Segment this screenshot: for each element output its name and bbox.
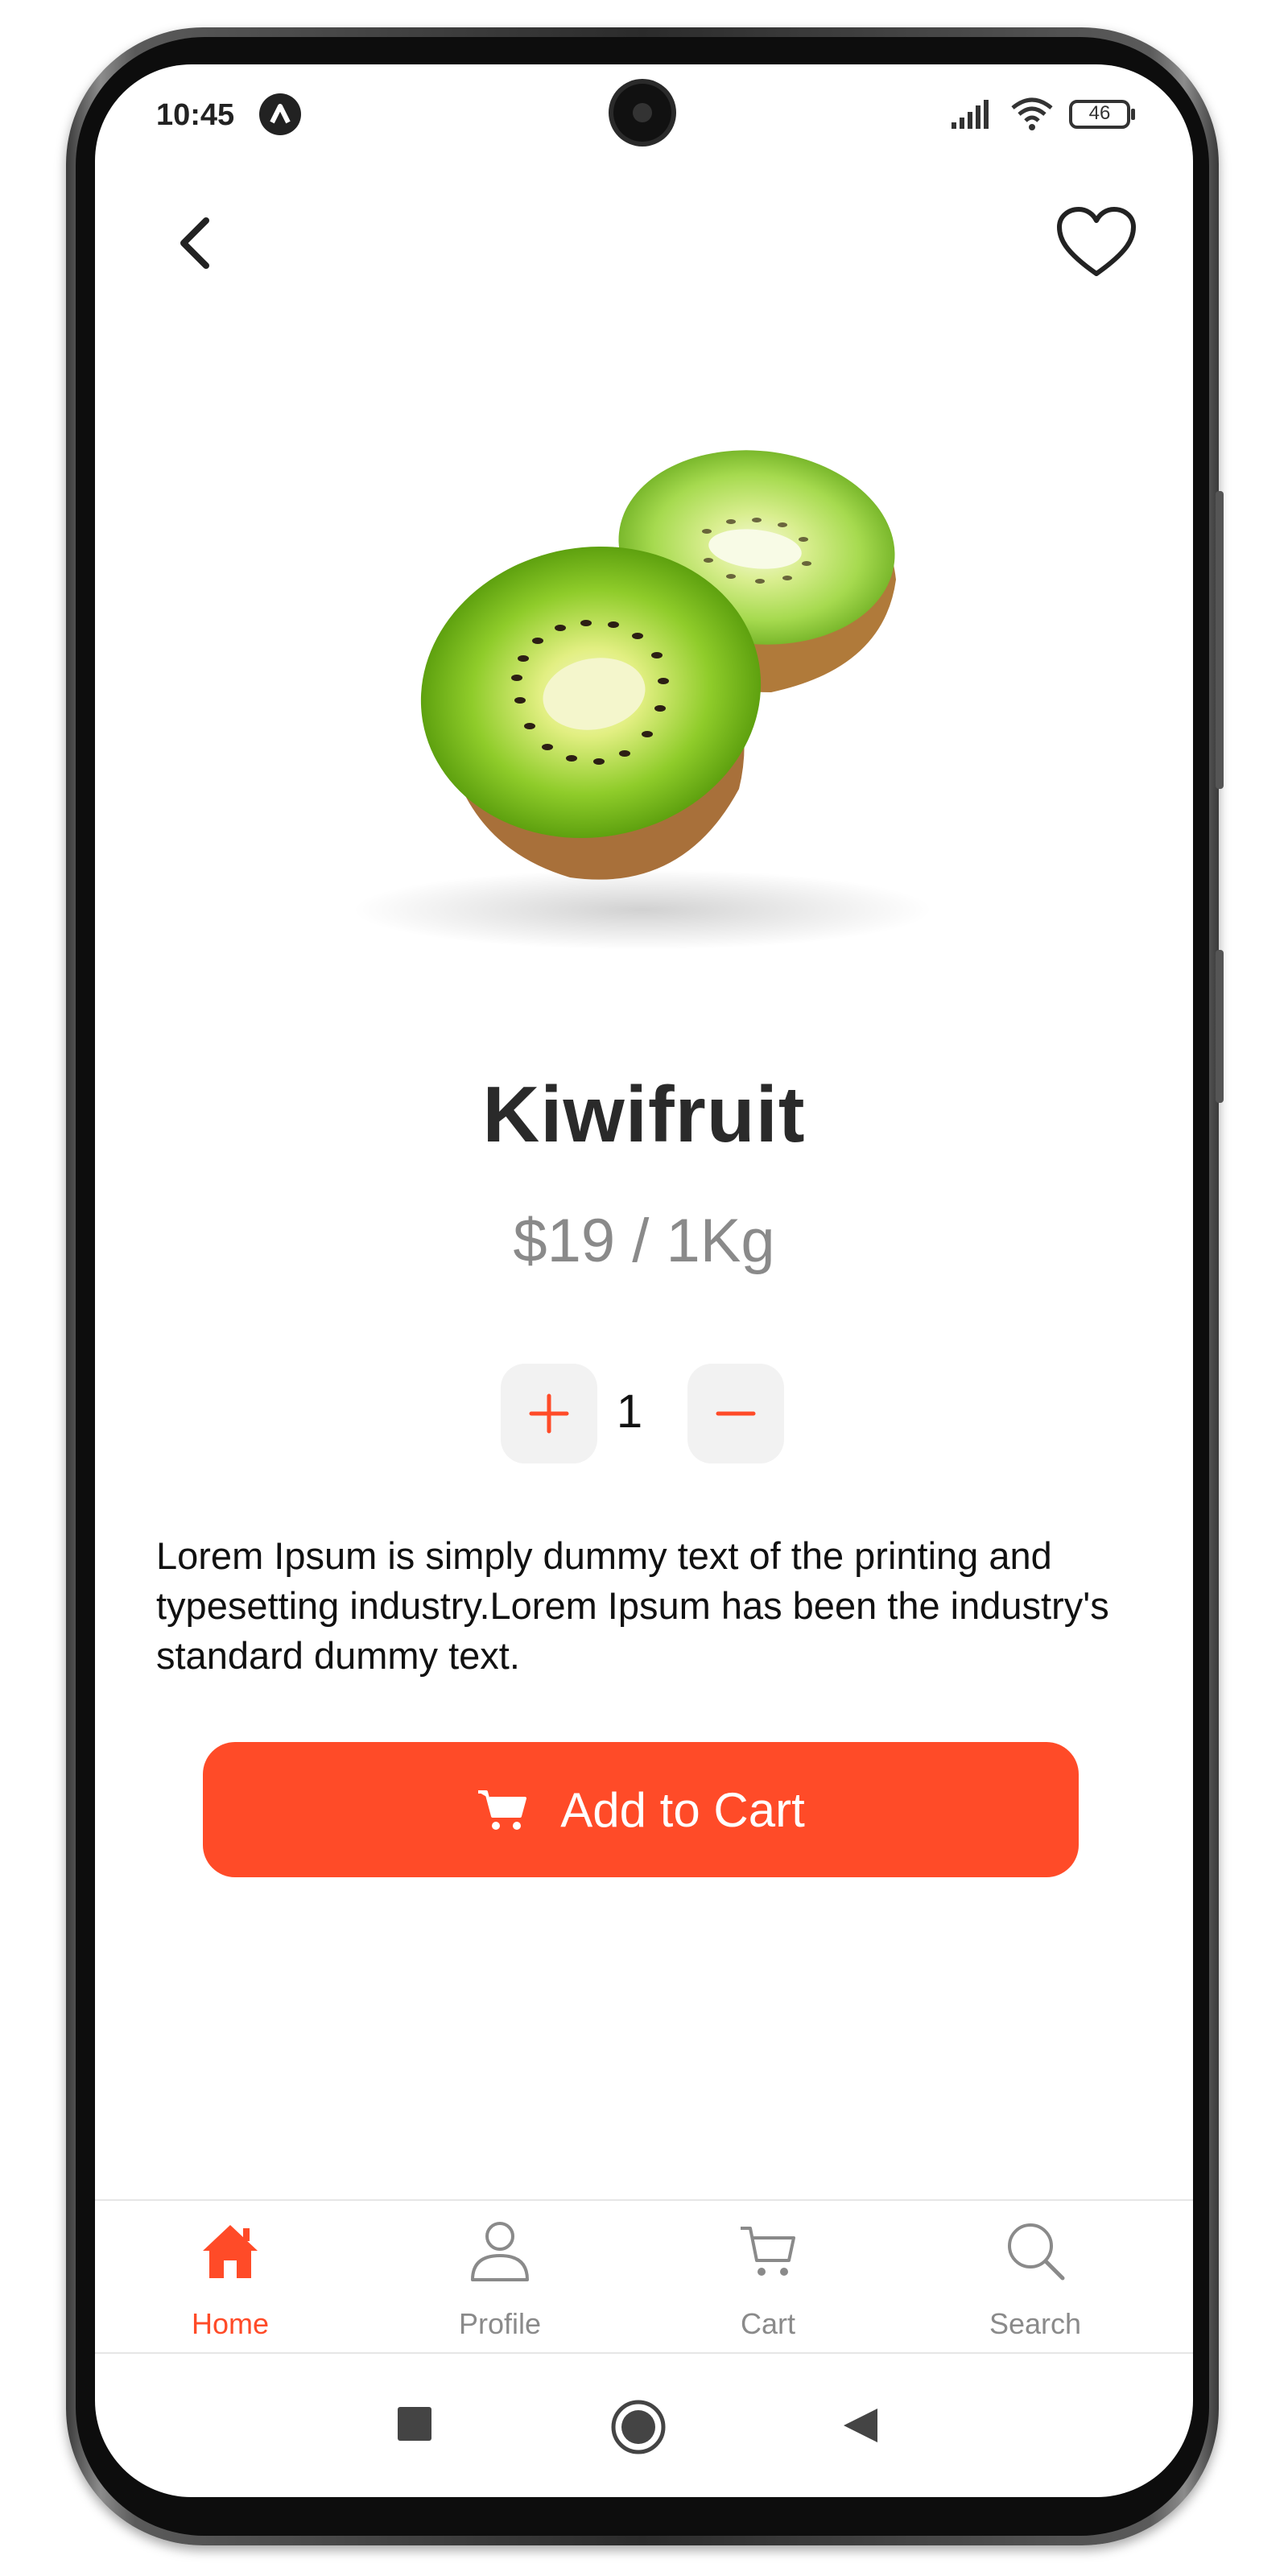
product-description: Lorem Ipsum is simply dummy text of the … xyxy=(156,1534,1109,1677)
quantity-value: 1 xyxy=(616,1385,643,1438)
battery-level: 46 xyxy=(1088,102,1111,124)
favorite-button[interactable] xyxy=(1056,206,1137,280)
add-to-cart-button[interactable]: Add to Cart xyxy=(203,1742,1079,1877)
profile-icon xyxy=(471,2222,529,2281)
notification-badge-icon xyxy=(259,93,301,135)
front-camera xyxy=(613,84,671,142)
tab-search-label: Search xyxy=(989,2307,1082,2340)
search-icon xyxy=(1008,2223,1065,2281)
status-time: 10:45 xyxy=(156,98,235,132)
app-screen: 10:45 46 Kiwifruit $19 / 1Kg 1 Lorem Ips… xyxy=(95,64,1193,2497)
add-to-cart-label: Add to Cart xyxy=(560,1782,805,1837)
home-button[interactable] xyxy=(610,2399,667,2455)
cart-icon xyxy=(741,2227,795,2276)
battery-icon: 46 xyxy=(1069,99,1137,130)
decrease-quantity-button[interactable] xyxy=(687,1364,784,1463)
bottom-tab-bar: Home Profile Cart Search xyxy=(95,2199,1193,2354)
minus-icon xyxy=(716,1411,756,1416)
phone-side-button xyxy=(1216,950,1224,1103)
product-price: $19 / 1Kg xyxy=(513,1207,775,1275)
back-nav-button[interactable] xyxy=(840,2405,881,2446)
system-navigation-bar xyxy=(95,2354,1193,2497)
increase-quantity-button[interactable] xyxy=(501,1364,597,1463)
tab-profile-label: Profile xyxy=(458,2307,542,2340)
cart-icon xyxy=(478,1790,527,1830)
tab-home[interactable]: Home xyxy=(130,2201,331,2352)
product-image xyxy=(304,402,980,966)
wifi-icon xyxy=(1011,97,1053,130)
chevron-left-icon xyxy=(180,217,209,269)
heart-icon xyxy=(1057,207,1136,276)
product-title: Kiwifruit xyxy=(482,1070,806,1158)
back-button[interactable] xyxy=(163,209,230,277)
status-icons: 46 xyxy=(950,97,1137,132)
tab-profile[interactable]: Profile xyxy=(399,2201,601,2352)
tab-cart[interactable]: Cart xyxy=(667,2201,869,2352)
signal-icon xyxy=(952,100,989,129)
plus-icon xyxy=(529,1393,569,1434)
home-icon xyxy=(203,2225,258,2278)
tab-home-label: Home xyxy=(191,2307,270,2340)
tab-search[interactable]: Search xyxy=(935,2201,1136,2352)
tab-cart-label: Cart xyxy=(740,2307,795,2340)
phone-side-button xyxy=(1216,491,1224,789)
recents-button[interactable] xyxy=(396,2405,433,2442)
